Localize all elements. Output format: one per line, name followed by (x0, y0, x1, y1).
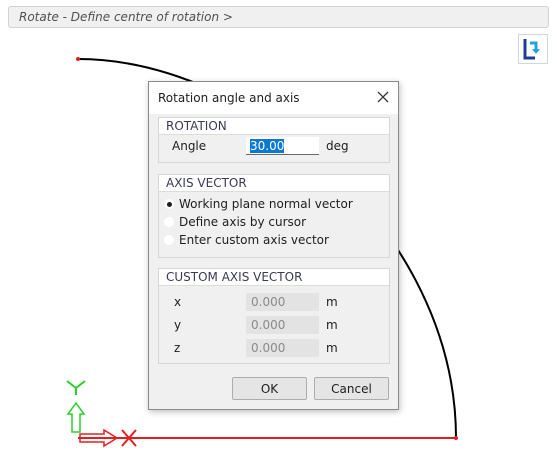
y-label: y (174, 318, 182, 332)
radio-label: Working plane normal vector (179, 197, 353, 211)
rotation-dialog: Rotation angle and axis ROTATION Angle 3… (148, 81, 399, 410)
cancel-button[interactable]: Cancel (314, 377, 389, 400)
y-unit: m (326, 318, 338, 332)
radio-dot (164, 217, 174, 227)
app-logo-icon (518, 34, 548, 64)
rotation-header: ROTATION (159, 118, 389, 135)
close-icon[interactable] (376, 90, 390, 104)
x-input[interactable]: 0.000 (246, 293, 319, 311)
coordinate-axes-icon (66, 380, 137, 448)
z-value: 0.000 (251, 341, 286, 355)
ok-button[interactable]: OK (232, 377, 307, 400)
arc-start-point (76, 57, 80, 61)
z-unit: m (326, 341, 338, 355)
line-end-point (454, 436, 458, 440)
radio-dot (164, 235, 174, 245)
angle-unit: deg (326, 139, 349, 153)
custom-axis-group: CUSTOM AXIS VECTOR x 0.000 m y 0.000 m z… (158, 268, 390, 364)
radio-dot (164, 199, 174, 209)
radio-label: Define axis by cursor (179, 215, 307, 229)
angle-input[interactable]: 30.00 (246, 137, 319, 155)
x-value: 0.000 (251, 295, 286, 309)
axis-vector-header: AXIS VECTOR (159, 175, 389, 192)
y-input[interactable]: 0.000 (246, 316, 319, 334)
radio-label: Enter custom axis vector (179, 233, 329, 247)
axis-vector-group: AXIS VECTOR Working plane normal vector … (158, 174, 390, 258)
dialog-title: Rotation angle and axis (158, 91, 300, 105)
x-label: x (174, 295, 182, 309)
z-label: z (174, 341, 181, 355)
angle-value: 30.00 (250, 139, 285, 153)
angle-label: Angle (172, 139, 207, 153)
x-unit: m (326, 295, 338, 309)
y-value: 0.000 (251, 318, 286, 332)
dialog-titlebar[interactable]: Rotation angle and axis (149, 82, 398, 114)
custom-axis-header: CUSTOM AXIS VECTOR (159, 269, 389, 286)
rotation-group: ROTATION Angle 30.00 deg (158, 117, 390, 163)
z-input[interactable]: 0.000 (246, 339, 319, 357)
